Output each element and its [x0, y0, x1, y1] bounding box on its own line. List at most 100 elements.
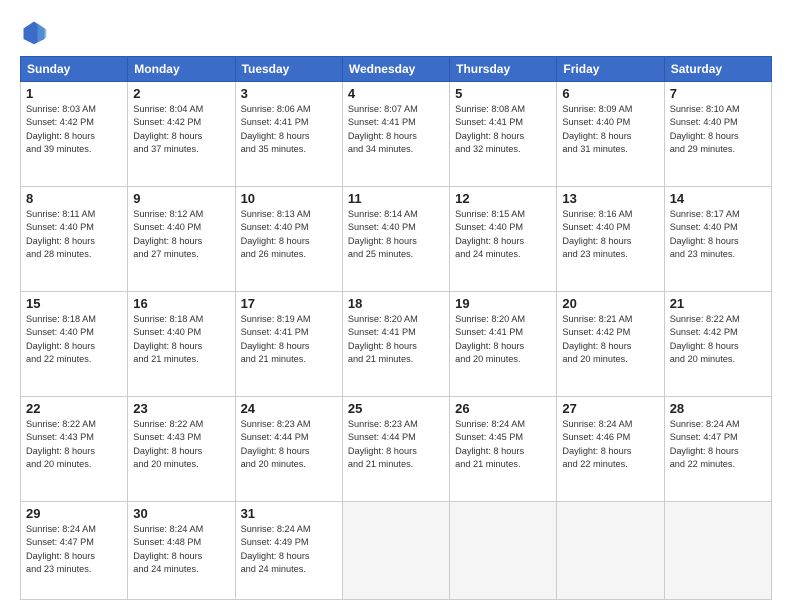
calendar-cell: 2 Sunrise: 8:04 AMSunset: 4:42 PMDaylight…	[128, 82, 235, 187]
day-number: 21	[670, 296, 766, 311]
calendar-cell: 13 Sunrise: 8:16 AMSunset: 4:40 PMDayligh…	[557, 186, 664, 291]
calendar-cell: 15Sunrise: 8:18 AMSunset: 4:40 PMDayligh…	[21, 291, 128, 396]
calendar-cell: 5 Sunrise: 8:08 AMSunset: 4:41 PMDaylight…	[450, 82, 557, 187]
header	[20, 18, 772, 46]
calendar-cell: 9 Sunrise: 8:12 AMSunset: 4:40 PMDaylight…	[128, 186, 235, 291]
calendar-cell	[450, 501, 557, 599]
cell-content: Sunrise: 8:19 AMSunset: 4:41 PMDaylight:…	[241, 313, 337, 366]
cell-content: Sunrise: 8:20 AMSunset: 4:41 PMDaylight:…	[348, 313, 444, 366]
day-number: 23	[133, 401, 229, 416]
cell-content: Sunrise: 8:13 AMSunset: 4:40 PMDaylight:…	[241, 208, 337, 261]
header-day-tuesday: Tuesday	[235, 57, 342, 82]
calendar-cell: 29 Sunrise: 8:24 AMSunset: 4:47 PMDayligh…	[21, 501, 128, 599]
calendar-cell: 30 Sunrise: 8:24 AMSunset: 4:48 PMDayligh…	[128, 501, 235, 599]
calendar-cell: 19 Sunrise: 8:20 AMSunset: 4:41 PMDayligh…	[450, 291, 557, 396]
header-day-thursday: Thursday	[450, 57, 557, 82]
header-day-friday: Friday	[557, 57, 664, 82]
cell-content: Sunrise: 8:24 AMSunset: 4:48 PMDaylight:…	[133, 523, 229, 576]
calendar-cell: 1 Sunrise: 8:03 AMSunset: 4:42 PMDaylight…	[21, 82, 128, 187]
day-number: 26	[455, 401, 551, 416]
calendar-cell: 8 Sunrise: 8:11 AMSunset: 4:40 PMDaylight…	[21, 186, 128, 291]
calendar-cell: 4Sunrise: 8:07 AMSunset: 4:41 PMDaylight…	[342, 82, 449, 187]
cell-content: Sunrise: 8:23 AMSunset: 4:44 PMDaylight:…	[348, 418, 444, 471]
day-number: 20	[562, 296, 658, 311]
cell-content: Sunrise: 8:24 AMSunset: 4:47 PMDaylight:…	[670, 418, 766, 471]
cell-content: Sunrise: 8:20 AMSunset: 4:41 PMDaylight:…	[455, 313, 551, 366]
calendar-cell: 14Sunrise: 8:17 AMSunset: 4:40 PMDayligh…	[664, 186, 771, 291]
calendar-cell: 10Sunrise: 8:13 AMSunset: 4:40 PMDayligh…	[235, 186, 342, 291]
cell-content: Sunrise: 8:04 AMSunset: 4:42 PMDaylight:…	[133, 103, 229, 156]
calendar-cell: 31Sunrise: 8:24 AMSunset: 4:49 PMDayligh…	[235, 501, 342, 599]
header-day-saturday: Saturday	[664, 57, 771, 82]
cell-content: Sunrise: 8:10 AMSunset: 4:40 PMDaylight:…	[670, 103, 766, 156]
cell-content: Sunrise: 8:09 AMSunset: 4:40 PMDaylight:…	[562, 103, 658, 156]
calendar-cell: 16 Sunrise: 8:18 AMSunset: 4:40 PMDayligh…	[128, 291, 235, 396]
day-number: 9	[133, 191, 229, 206]
calendar-cell: 11 Sunrise: 8:14 AMSunset: 4:40 PMDayligh…	[342, 186, 449, 291]
calendar-cell: 6Sunrise: 8:09 AMSunset: 4:40 PMDaylight…	[557, 82, 664, 187]
day-number: 22	[26, 401, 122, 416]
week-row-1: 1 Sunrise: 8:03 AMSunset: 4:42 PMDaylight…	[21, 82, 772, 187]
header-day-wednesday: Wednesday	[342, 57, 449, 82]
calendar-cell: 7 Sunrise: 8:10 AMSunset: 4:40 PMDaylight…	[664, 82, 771, 187]
cell-content: Sunrise: 8:23 AMSunset: 4:44 PMDaylight:…	[241, 418, 337, 471]
calendar-cell: 25 Sunrise: 8:23 AMSunset: 4:44 PMDayligh…	[342, 396, 449, 501]
page: SundayMondayTuesdayWednesdayThursdayFrid…	[0, 0, 792, 612]
day-number: 5	[455, 86, 551, 101]
cell-content: Sunrise: 8:22 AMSunset: 4:43 PMDaylight:…	[133, 418, 229, 471]
calendar: SundayMondayTuesdayWednesdayThursdayFrid…	[20, 56, 772, 600]
cell-content: Sunrise: 8:22 AMSunset: 4:42 PMDaylight:…	[670, 313, 766, 366]
day-number: 13	[562, 191, 658, 206]
day-number: 8	[26, 191, 122, 206]
day-number: 16	[133, 296, 229, 311]
cell-content: Sunrise: 8:14 AMSunset: 4:40 PMDaylight:…	[348, 208, 444, 261]
day-number: 18	[348, 296, 444, 311]
calendar-body: 1 Sunrise: 8:03 AMSunset: 4:42 PMDaylight…	[21, 82, 772, 600]
day-number: 1	[26, 86, 122, 101]
day-number: 24	[241, 401, 337, 416]
cell-content: Sunrise: 8:22 AMSunset: 4:43 PMDaylight:…	[26, 418, 122, 471]
cell-content: Sunrise: 8:24 AMSunset: 4:45 PMDaylight:…	[455, 418, 551, 471]
day-number: 12	[455, 191, 551, 206]
cell-content: Sunrise: 8:07 AMSunset: 4:41 PMDaylight:…	[348, 103, 444, 156]
day-number: 25	[348, 401, 444, 416]
cell-content: Sunrise: 8:03 AMSunset: 4:42 PMDaylight:…	[26, 103, 122, 156]
day-number: 19	[455, 296, 551, 311]
calendar-cell: 27 Sunrise: 8:24 AMSunset: 4:46 PMDayligh…	[557, 396, 664, 501]
day-number: 15	[26, 296, 122, 311]
calendar-cell: 23 Sunrise: 8:22 AMSunset: 4:43 PMDayligh…	[128, 396, 235, 501]
calendar-cell: 12 Sunrise: 8:15 AMSunset: 4:40 PMDayligh…	[450, 186, 557, 291]
calendar-cell	[342, 501, 449, 599]
calendar-cell: 26 Sunrise: 8:24 AMSunset: 4:45 PMDayligh…	[450, 396, 557, 501]
day-number: 31	[241, 506, 337, 521]
calendar-cell: 17Sunrise: 8:19 AMSunset: 4:41 PMDayligh…	[235, 291, 342, 396]
calendar-header-row: SundayMondayTuesdayWednesdayThursdayFrid…	[21, 57, 772, 82]
cell-content: Sunrise: 8:15 AMSunset: 4:40 PMDaylight:…	[455, 208, 551, 261]
day-number: 7	[670, 86, 766, 101]
cell-content: Sunrise: 8:08 AMSunset: 4:41 PMDaylight:…	[455, 103, 551, 156]
week-row-3: 15 Sunrise: 8:18 AMSunset: 4:40 PMDayligh…	[21, 291, 772, 396]
day-number: 14	[670, 191, 766, 206]
cell-content: Sunrise: 8:11 AMSunset: 4:40 PMDaylight:…	[26, 208, 122, 261]
cell-content: Sunrise: 8:16 AMSunset: 4:40 PMDaylight:…	[562, 208, 658, 261]
day-number: 11	[348, 191, 444, 206]
day-number: 30	[133, 506, 229, 521]
header-day-sunday: Sunday	[21, 57, 128, 82]
cell-content: Sunrise: 8:12 AMSunset: 4:40 PMDaylight:…	[133, 208, 229, 261]
calendar-cell: 18 Sunrise: 8:20 AMSunset: 4:41 PMDayligh…	[342, 291, 449, 396]
cell-content: Sunrise: 8:24 AMSunset: 4:46 PMDaylight:…	[562, 418, 658, 471]
calendar-cell: 24 Sunrise: 8:23 AMSunset: 4:44 PMDayligh…	[235, 396, 342, 501]
day-number: 29	[26, 506, 122, 521]
logo	[20, 18, 52, 46]
day-number: 27	[562, 401, 658, 416]
day-number: 2	[133, 86, 229, 101]
cell-content: Sunrise: 8:21 AMSunset: 4:42 PMDaylight:…	[562, 313, 658, 366]
calendar-cell: 20 Sunrise: 8:21 AMSunset: 4:42 PMDayligh…	[557, 291, 664, 396]
cell-content: Sunrise: 8:24 AMSunset: 4:47 PMDaylight:…	[26, 523, 122, 576]
day-number: 28	[670, 401, 766, 416]
cell-content: Sunrise: 8:18 AMSunset: 4:40 PMDaylight:…	[133, 313, 229, 366]
cell-content: Sunrise: 8:06 AMSunset: 4:41 PMDaylight:…	[241, 103, 337, 156]
header-day-monday: Monday	[128, 57, 235, 82]
calendar-cell: 3Sunrise: 8:06 AMSunset: 4:41 PMDaylight…	[235, 82, 342, 187]
calendar-cell: 22 Sunrise: 8:22 AMSunset: 4:43 PMDayligh…	[21, 396, 128, 501]
